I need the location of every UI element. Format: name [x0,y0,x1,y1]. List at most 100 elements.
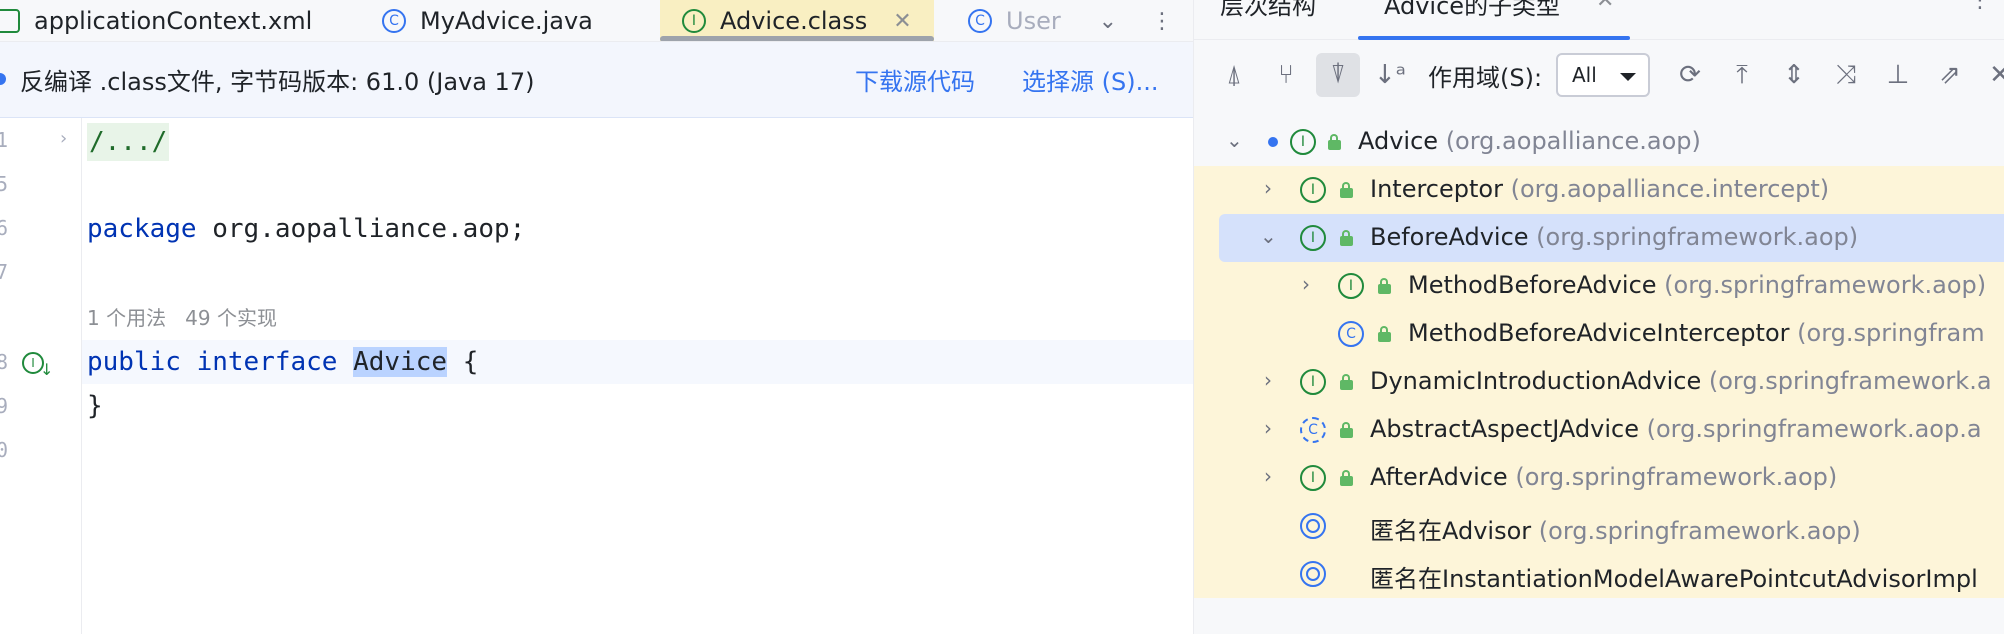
interface-icon: I [682,9,706,33]
hierarchy-toolbar: ⍋ ⑂ ⍒ ↓ᵃ 作用域(S): All ⟳ ⤒ ⇕ ⤨ ⊥ ⇗ ✕ [1194,40,2004,110]
chevron-down-icon[interactable]: ⌄ [1226,128,1243,152]
line-number: 9 [0,394,9,418]
tree-row-method-before-advice[interactable]: › I MethodBeforeAdvice (org.springframew… [1194,262,2004,310]
lock-icon [1338,422,1354,438]
interface-icon: I [1300,225,1326,251]
line-number: 6 [0,216,9,240]
subtypes-hierarchy-icon[interactable]: ⍒ [1316,53,1360,97]
decompile-message: 反编译 .class文件, 字节码版本: 61.0 (Java 17) [20,68,535,96]
chevron-down-icon[interactable]: ⌄ [1099,9,1117,34]
tab-myadvice[interactable]: C MyAdvice.java [382,0,593,41]
open-in-new-icon[interactable]: ⇗ [1928,53,1972,97]
code-area[interactable]: /.../ package org.aopalliance.aop; 1 个用法… [82,118,1193,634]
tree-row-interceptor[interactable]: › I Interceptor (org.aopalliance.interce… [1194,166,2004,214]
tab-advice-class[interactable]: I Advice.class ✕ [660,0,934,41]
usage-hint[interactable]: 1 个用法 49 个实现 [87,302,277,331]
line-number: 1 [0,128,9,152]
collapse-all-icon[interactable]: ⤨ [1824,53,1868,97]
line-number: 8 [0,350,9,374]
package-line: package org.aopalliance.aop; [87,210,525,248]
tree-row-after-advice[interactable]: › I AfterAdvice (org.springframework.aop… [1194,454,2004,502]
tree-item-label: 匿名在InstantiationModelAwarePointcutAdviso… [1370,565,1978,593]
decompile-banner: 反编译 .class文件, 字节码版本: 61.0 (Java 17) 下载源代… [0,42,1193,118]
anonymous-class-icon [1300,513,1326,539]
chevron-right-icon[interactable]: › [1302,272,1310,296]
editor-tab-bar: applicationContext.xml C MyAdvice.java I… [0,0,1193,42]
interface-declaration: public interface Advice { [87,343,478,381]
more-vertical-icon[interactable]: ⋮ [1151,9,1173,34]
interface-icon: I [1300,465,1326,491]
pin-icon[interactable]: ⊥ [1876,53,1920,97]
chevron-down-icon[interactable]: ⌄ [1260,224,1277,248]
tree-row-dynamic-introduction-advice[interactable]: › I DynamicIntroductionAdvice (org.sprin… [1194,358,2004,406]
chevron-right-icon[interactable]: › [1264,464,1272,488]
chevron-right-icon[interactable]: › [1264,176,1272,200]
class-icon: C [382,9,406,33]
tab-label: applicationContext.xml [34,7,313,35]
tab-label: MyAdvice.java [420,7,593,35]
download-source-link[interactable]: 下载源代码 [855,62,975,97]
keyword: public [87,347,181,377]
package-name: org.aopalliance.aop; [196,214,526,244]
keyword: interface [196,347,338,377]
lock-icon [1376,326,1392,342]
close-brace: } [87,391,103,421]
tree-row-before-advice[interactable]: ⌄ I BeforeAdvice (org.springframework.ao… [1194,214,2004,262]
more-vertical-icon[interactable]: ⋮ [1969,0,1991,13]
class-icon: C [968,9,992,33]
sort-alphabetically-icon[interactable]: ↓ᵃ [1368,53,1412,97]
hierarchy-header: 层次结构 Advice的子类型 ✕ ⋮ [1194,0,2004,40]
close-icon[interactable]: ✕ [893,9,911,34]
tab-user[interactable]: C User [968,0,1061,41]
abstract-class-icon: C [1300,417,1326,443]
tab-application-context[interactable]: applicationContext.xml [0,0,313,41]
lock-icon [1338,470,1354,486]
close-icon[interactable]: ✕ [1978,53,2004,97]
panel-title: 层次结构 [1220,0,1316,20]
scope-select[interactable]: All [1556,53,1650,97]
expand-all-icon[interactable]: ⇕ [1772,53,1816,97]
tree-item-label: 匿名在Advisor (org.springframework.aop) [1370,517,1861,545]
editor-area: applicationContext.xml C MyAdvice.java I… [0,0,1193,634]
refresh-icon[interactable]: ⟳ [1668,53,1712,97]
tree-row-anonymous-advisor[interactable]: 匿名在Advisor (org.springframework.aop) [1194,502,2004,550]
choose-source-link[interactable]: 选择源 (S)... [1022,62,1158,97]
tree-item-label: MethodBeforeAdviceInterceptor (org.sprin… [1408,319,1985,347]
editor-gutter: 1 › 5 6 7 8 I ↓ 9 0 [0,118,82,634]
folded-header[interactable]: /.../ [87,123,170,161]
interface-icon: I [1338,273,1364,299]
tab-actions: ⌄ ⋮ [1099,0,1173,41]
tree-row-method-before-advice-interceptor[interactable]: C MethodBeforeAdviceInterceptor (org.spr… [1194,310,2004,358]
supertypes-hierarchy-icon[interactable]: ⍋ [1212,53,1256,97]
close-icon[interactable]: ✕ [1596,0,1614,13]
line-number: 7 [0,260,9,284]
lock-icon [1376,278,1392,294]
hierarchy-panel: 层次结构 Advice的子类型 ✕ ⋮ ⍋ ⑂ ⍒ ↓ᵃ 作用域(S): All… [1193,0,2004,634]
chevron-right-icon[interactable]: › [60,128,67,149]
lock-icon [1338,374,1354,390]
class-icon: C [1338,321,1364,347]
scope-label: 作用域(S): [1428,64,1543,92]
hierarchy-tree: ⌄ I Advice (org.aopalliance.aop) › I Int… [1194,118,2004,634]
tree-row-advice[interactable]: ⌄ I Advice (org.aopalliance.aop) [1194,118,2004,166]
tree-row-abstract-aspectj-advice[interactable]: › C AbstractAspectJAdvice (org.springfra… [1194,406,2004,454]
arrow-down-icon: ↓ [40,360,54,379]
tree-row-anonymous-instantiation-model[interactable]: 匿名在InstantiationModelAwarePointcutAdviso… [1194,550,2004,598]
scope-value: All [1572,63,1597,87]
dropdown-arrow-icon [1620,73,1636,81]
tree-item-label: AbstractAspectJAdvice (org.springframewo… [1370,415,1982,443]
info-dot-icon [0,73,6,85]
base-on-this-class-icon[interactable]: ⤒ [1720,53,1764,97]
tree-item-label: DynamicIntroductionAdvice (org.springfra… [1370,367,1992,395]
open-brace: { [447,347,479,377]
lock-icon [1338,182,1354,198]
tree-item-label: BeforeAdvice (org.springframework.aop) [1370,223,1859,251]
tab-advice-subtypes[interactable]: Advice的子类型 [1384,0,1560,21]
anonymous-class-icon [1300,561,1326,587]
line-number: 5 [0,172,9,196]
chevron-right-icon[interactable]: › [1264,368,1272,392]
xml-file-icon [0,9,20,33]
tree-item-label: Interceptor (org.aopalliance.intercept) [1370,175,1830,203]
chevron-right-icon[interactable]: › [1264,416,1272,440]
class-hierarchy-icon[interactable]: ⑂ [1264,53,1308,97]
